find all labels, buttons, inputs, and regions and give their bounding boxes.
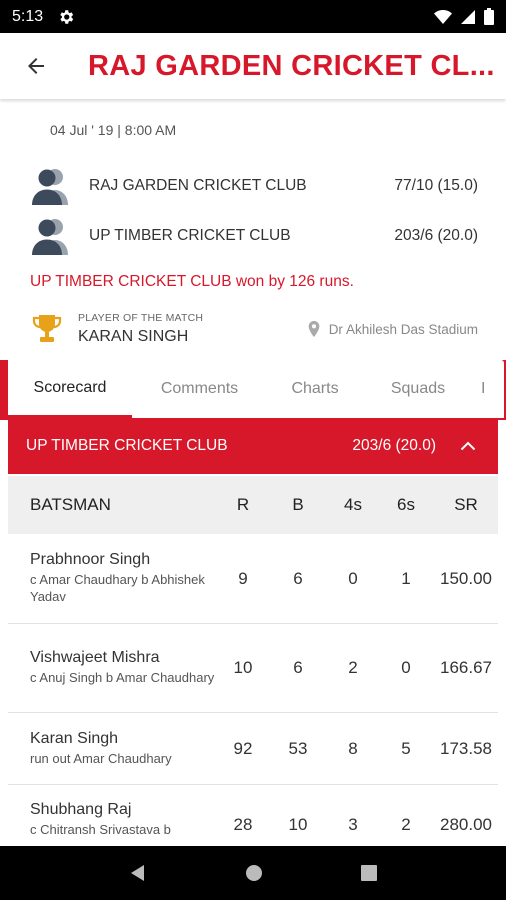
- wifi-icon: [434, 9, 452, 24]
- tab-info[interactable]: I: [473, 360, 504, 418]
- tabs-container: Scorecard Comments Charts Squads I: [0, 360, 506, 420]
- fours: 2: [348, 658, 358, 677]
- status-bar: 5:13: [0, 0, 506, 33]
- batsman-name: Shubhang Raj: [30, 801, 132, 818]
- venue-name: Dr Akhilesh Das Stadium: [328, 321, 478, 337]
- batsman-name: Karan Singh: [30, 729, 119, 747]
- tab-charts[interactable]: Charts: [267, 360, 363, 418]
- innings-header[interactable]: UP TIMBER CRICKET CLUB 203/6 (20.0): [8, 418, 498, 474]
- strike-rate: 173.58: [440, 738, 492, 758]
- runs: 10: [233, 658, 253, 677]
- header-batsman: BATSMAN: [30, 495, 111, 514]
- signal-icon: [461, 9, 475, 24]
- innings-team: UP TIMBER CRICKET CLUB: [26, 437, 228, 454]
- sixes: 5: [401, 738, 411, 758]
- dismissal-text: c Anuj Singh b Amar Chaudhary: [30, 670, 215, 686]
- dismissal-text: c Chitransh Srivastava b: [30, 822, 171, 837]
- back-triangle-icon[interactable]: [128, 863, 148, 883]
- balls: 6: [293, 568, 303, 588]
- pom-label: PLAYER OF THE MATCH: [78, 312, 204, 324]
- runs: 28: [233, 815, 253, 834]
- header-sixes: 6s: [397, 495, 415, 514]
- balls: 6: [293, 658, 303, 677]
- back-arrow-icon[interactable]: [18, 48, 54, 84]
- batsman-name: Vishwajeet Mishra: [30, 649, 160, 667]
- header-strike-rate: SR: [454, 495, 478, 514]
- header-fours: 4s: [344, 495, 362, 514]
- team-score: 203/6 (20.0): [394, 227, 478, 244]
- runs: 92: [233, 738, 253, 758]
- header-balls: B: [292, 495, 304, 514]
- strike-rate: 166.67: [440, 658, 492, 677]
- system-nav-bar: [0, 846, 506, 900]
- settings-gear-icon: [60, 9, 74, 24]
- app-bar: RAJ GARDEN CRICKET CL...: [0, 33, 506, 99]
- header-runs: R: [236, 495, 250, 514]
- table-row[interactable]: Karan Singh run out Amar Chaudhary 92 53…: [8, 713, 498, 785]
- dismissal-text: run out Amar Chaudhary: [30, 750, 172, 766]
- balls: 10: [288, 815, 308, 834]
- venue: Dr Akhilesh Das Stadium: [307, 321, 478, 337]
- team-score: 77/10 (15.0): [394, 177, 478, 194]
- team-avatar-icon: [28, 164, 72, 208]
- strike-rate: 280.00: [440, 815, 492, 834]
- player-of-match: PLAYER OF THE MATCH KARAN SINGH: [30, 312, 203, 346]
- match-result: UP TIMBER CRICKET CLUB won by 126 runs.: [30, 273, 354, 290]
- innings-score: 203/6 (20.0): [352, 437, 436, 454]
- batting-table: Prabhnoor Singh c Amar Chaudhary b Abhis…: [8, 534, 498, 875]
- recents-square-icon[interactable]: [360, 864, 378, 882]
- pom-name: KARAN SINGH: [78, 328, 189, 345]
- tab-comments[interactable]: Comments: [132, 360, 267, 418]
- location-pin-icon: [308, 321, 320, 337]
- team-row[interactable]: RAJ GARDEN CRICKET CLUB 77/10 (15.0): [28, 164, 478, 208]
- status-icons: [434, 8, 494, 25]
- fours: 0: [348, 568, 358, 588]
- batting-header: BATSMAN R B 4s 6s SR: [8, 476, 498, 534]
- fours: 8: [348, 738, 358, 758]
- tab-squads[interactable]: Squads: [363, 360, 473, 418]
- table-row[interactable]: Vishwajeet Mishra c Anuj Singh b Amar Ch…: [8, 624, 498, 713]
- table-row[interactable]: Prabhnoor Singh c Amar Chaudhary b Abhis…: [8, 534, 498, 624]
- chevron-up-icon[interactable]: [448, 426, 488, 466]
- tab-scorecard[interactable]: Scorecard: [8, 360, 132, 418]
- dismissal-text: c Amar Chaudhary b Abhishek Yadav: [30, 572, 205, 604]
- team-name: RAJ GARDEN CRICKET CLUB: [89, 177, 307, 194]
- tab-bar: Scorecard Comments Charts Squads I: [8, 360, 504, 418]
- sixes: 2: [401, 815, 411, 834]
- page-title: RAJ GARDEN CRICKET CL...: [88, 49, 495, 82]
- batsman-name: Prabhnoor Singh: [30, 551, 151, 569]
- strike-rate: 150.00: [440, 568, 492, 588]
- trophy-icon: [32, 315, 62, 342]
- sixes: 1: [401, 568, 411, 588]
- status-time: 5:13: [12, 7, 44, 25]
- match-date: 04 Jul ' 19 | 8:00 AM: [50, 122, 177, 138]
- team-row[interactable]: UP TIMBER CRICKET CLUB 203/6 (20.0): [28, 214, 478, 258]
- balls: 53: [288, 738, 308, 758]
- runs: 9: [238, 568, 248, 588]
- team-avatar-icon: [28, 214, 72, 258]
- team-name: UP TIMBER CRICKET CLUB: [89, 227, 291, 244]
- home-circle-icon[interactable]: [244, 863, 264, 883]
- sixes: 0: [401, 658, 411, 677]
- fours: 3: [348, 815, 358, 834]
- battery-icon: [484, 8, 494, 25]
